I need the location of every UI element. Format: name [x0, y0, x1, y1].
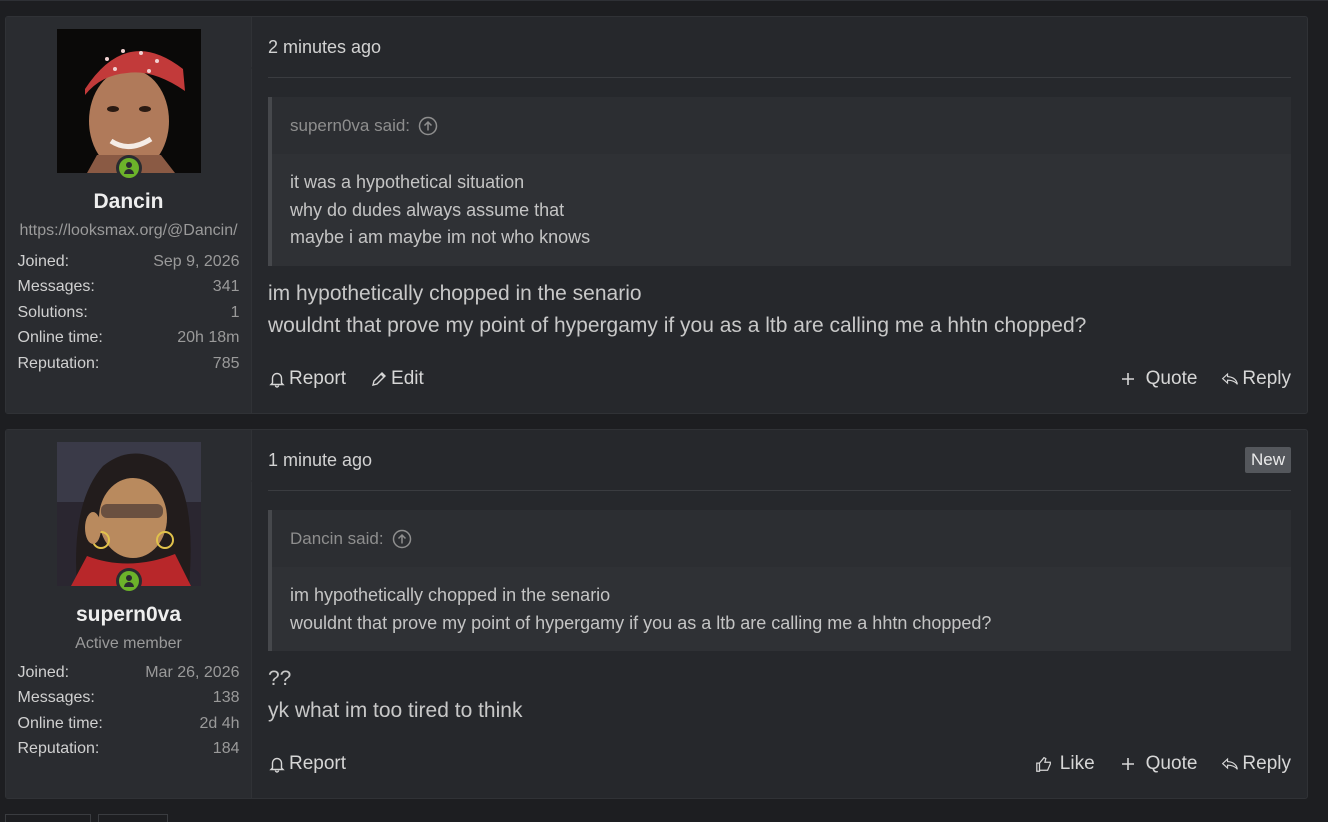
post-actions: Report Like Quote Reply	[268, 753, 1291, 775]
quote-button[interactable]: Quote	[1119, 753, 1197, 775]
plus-icon	[1121, 373, 1134, 385]
quote-block: Dancin said: im hypothetically chopped i…	[268, 510, 1291, 651]
content-line: im hypothetically chopped in the senario	[268, 281, 642, 305]
username[interactable]: Dancin	[93, 189, 163, 215]
quote-line: wouldnt that prove my point of hypergamy…	[290, 612, 992, 633]
stat-row: Online time: 2d 4h	[17, 714, 240, 732]
quote-author[interactable]: Dancin said:	[290, 510, 384, 567]
pagination-button[interactable]	[98, 814, 168, 822]
stat-row: Reputation: 184	[17, 740, 240, 758]
report-button[interactable]: Report	[268, 368, 346, 390]
quote-button[interactable]: Quote	[1119, 368, 1197, 390]
post-main: 2 minutes ago supern0va said: it was a h…	[252, 17, 1307, 413]
quote-line: maybe i am maybe im not who knows	[290, 227, 591, 247]
arrow-up-circle-icon[interactable]	[392, 529, 412, 549]
user-title: Active member	[75, 635, 182, 652]
report-button[interactable]: Report	[268, 753, 346, 775]
plus-icon	[1121, 758, 1134, 770]
quote-header[interactable]: supern0va said:	[272, 97, 1291, 154]
quote-line: why do dudes always assume that	[290, 199, 565, 220]
quote-header[interactable]: Dancin said:	[272, 510, 1291, 567]
bell-icon	[269, 372, 285, 388]
bell-icon	[269, 757, 285, 773]
pencil-icon	[372, 372, 387, 386]
reply-icon	[1222, 757, 1239, 770]
new-badge: New	[1244, 447, 1291, 473]
stat-row: Joined: Mar 26, 2026	[17, 664, 240, 681]
quote-body: it was a hypothetical situation why do d…	[272, 154, 1291, 266]
post-main: 1 minute ago New Dancin said: im hypothe…	[252, 430, 1307, 798]
stat-row: Solutions: 1	[17, 303, 240, 321]
post-content: im hypothetically chopped in the senario…	[268, 278, 1291, 342]
user-stats: Joined: Mar 26, 2026 Messages: 138 Online …	[18, 660, 240, 762]
stat-row: Messages: 341	[17, 278, 240, 296]
pagination-button[interactable]	[5, 814, 91, 822]
edit-button[interactable]: Edit	[370, 368, 424, 390]
avatar[interactable]	[56, 442, 201, 594]
stat-row: Reputation: 785	[17, 354, 240, 372]
post: supern0va Active member Joined: Mar 26, 2…	[5, 429, 1308, 799]
user-stats: Joined: Sep 9, 2026 Messages: 341 Solution…	[18, 249, 240, 376]
username[interactable]: supern0va	[76, 602, 181, 628]
post-actions: Report Edit Quote Reply	[268, 368, 1291, 390]
content-line: yk what im too tired to think	[268, 699, 523, 722]
top-divider	[0, 0, 1328, 1]
quote-body: im hypothetically chopped in the senario…	[272, 567, 1291, 651]
post: Dancin https://looksmax.org/@Dancin/ Joi…	[5, 16, 1308, 414]
quote-block: supern0va said: it was a hypothetical si…	[268, 97, 1291, 266]
user-panel: supern0va Active member Joined: Mar 26, 2…	[6, 430, 264, 798]
content-line: wouldnt that prove my point of hypergamy…	[268, 313, 1087, 337]
post-content: ?? yk what im too tired to think	[268, 663, 1291, 727]
stat-row: Joined: Sep 9, 2026	[17, 253, 240, 270]
quote-line: it was a hypothetical situation	[290, 172, 525, 192]
like-button[interactable]: Like	[1035, 753, 1095, 775]
thumbs-up-icon	[1035, 756, 1051, 772]
reply-button[interactable]: Reply	[1221, 368, 1291, 390]
post-meta: 2 minutes ago	[268, 17, 1291, 78]
reply-icon	[1222, 372, 1239, 385]
user-panel: Dancin https://looksmax.org/@Dancin/ Joi…	[6, 17, 264, 413]
quote-author[interactable]: supern0va said:	[290, 97, 410, 154]
online-status-icon	[115, 568, 142, 594]
online-status-icon	[115, 155, 142, 181]
post-meta: 1 minute ago New	[268, 430, 1291, 491]
post-timestamp[interactable]: 1 minute ago	[268, 430, 372, 490]
avatar[interactable]	[56, 29, 201, 181]
user-title: https://looksmax.org/@Dancin/	[19, 222, 238, 239]
reply-button[interactable]: Reply	[1221, 753, 1291, 775]
post-timestamp[interactable]: 2 minutes ago	[268, 17, 381, 77]
stat-row: Messages: 138	[17, 689, 240, 707]
quote-line: im hypothetically chopped in the senario	[290, 585, 611, 605]
stat-row: Online time: 20h 18m	[17, 329, 240, 347]
content-line: ??	[268, 667, 292, 690]
arrow-up-circle-icon[interactable]	[418, 116, 438, 136]
